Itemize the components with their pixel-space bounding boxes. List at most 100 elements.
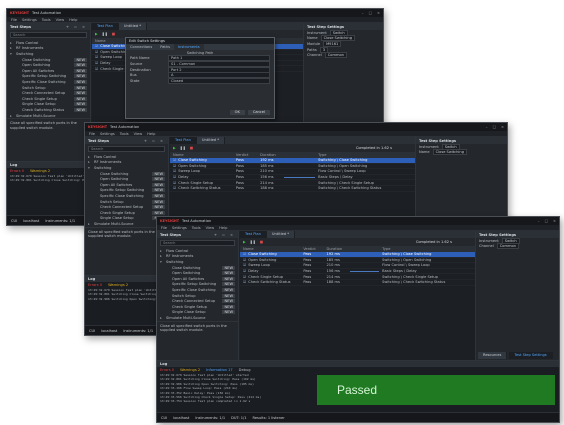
debug-filter[interactable]: Debug [239, 368, 251, 372]
tree-item[interactable]: Single Close SetupNEW [160, 310, 235, 316]
tree-item[interactable]: Open Switching NEW [160, 270, 235, 276]
tree-item[interactable]: Open All Switches NEW [88, 182, 165, 188]
tab-step-settings[interactable]: Test Step Settings [509, 352, 553, 359]
tree-item[interactable]: Check Connected Setup NEW [160, 298, 235, 304]
menu-help[interactable]: Help [69, 18, 77, 22]
information-filter[interactable]: Information 17 [206, 368, 233, 372]
menu-settings[interactable]: Settings [22, 18, 37, 22]
checkbox-icon[interactable]: ☑ [243, 258, 246, 262]
menu-tools[interactable]: Tools [120, 132, 129, 136]
tab-plan-name[interactable]: Untitled * [196, 137, 226, 144]
tab-connections[interactable]: Connections [126, 44, 156, 50]
stop-icon[interactable]: ■ [260, 240, 263, 244]
menu-file[interactable]: File [89, 132, 95, 136]
checkbox-icon[interactable]: ☑ [173, 164, 176, 168]
pause-icon[interactable]: ❚❚ [180, 146, 186, 150]
checkbox-icon[interactable]: ☑ [243, 252, 246, 256]
tree-item[interactable]: Open Switching NEW [88, 176, 165, 182]
checkbox-icon[interactable]: ☑ [243, 263, 246, 267]
table-row[interactable]: ☑ Check Switching Status Pass 188 ms Switchi… [170, 186, 415, 192]
tree-item[interactable]: Check Switching Status NEW [10, 107, 87, 113]
warnings-filter[interactable]: Warnings 2 [108, 283, 128, 287]
tree-item[interactable]: Open All Switches NEW [160, 276, 235, 282]
menu-view[interactable]: View [56, 18, 65, 22]
panel-tools[interactable]: + ▫ × [66, 25, 87, 29]
search-input[interactable]: Search [88, 146, 165, 152]
panel-tools[interactable]: + ▫ × [144, 139, 165, 143]
checkbox-icon[interactable]: ☑ [243, 269, 246, 273]
menu-tools[interactable]: Tools [192, 226, 201, 230]
menu-help[interactable]: Help [219, 226, 227, 230]
tree-item[interactable]: Close Switching NEW [10, 57, 87, 63]
tab-test-plan[interactable]: Test Plan [240, 231, 267, 238]
tree-item[interactable]: Specific Close Switching NEW [10, 79, 87, 85]
tab-resources[interactable]: Resources [478, 352, 508, 359]
tree-item[interactable]: Single Close SetupNEW [88, 216, 165, 222]
tree-item[interactable]: Single Close SetupNEW [10, 102, 87, 108]
menu-file[interactable]: File [161, 226, 167, 230]
maximize-icon[interactable]: □ [493, 125, 496, 129]
maximize-icon[interactable]: □ [369, 11, 372, 15]
menu-view[interactable]: View [134, 132, 143, 136]
cancel-button[interactable]: Cancel [247, 110, 270, 115]
menu-file[interactable]: File [11, 18, 17, 22]
checkbox-icon[interactable]: ☑ [95, 50, 98, 54]
tab-instruments[interactable]: Instruments [174, 44, 204, 50]
checkbox-icon[interactable]: ☑ [173, 175, 176, 179]
pause-icon[interactable]: ❚❚ [250, 240, 256, 244]
checkbox-icon[interactable]: ☑ [173, 158, 176, 162]
menu-settings[interactable]: Settings [172, 226, 187, 230]
errors-filter[interactable]: Errors 0 [10, 169, 24, 173]
stop-icon[interactable]: ■ [190, 146, 193, 150]
close-icon[interactable]: × [501, 125, 504, 129]
search-input[interactable]: Search [10, 32, 87, 38]
tab-test-plan[interactable]: Test Plan [92, 23, 119, 30]
checkbox-icon[interactable]: ☑ [173, 169, 176, 173]
search-input[interactable]: Search [160, 240, 235, 246]
tree-item[interactable]: Check Connected Setup NEW [10, 90, 87, 96]
tree-item[interactable]: Specific Setup Switching NEW [160, 282, 235, 288]
setting-field[interactable]: Common [324, 52, 347, 59]
tree-item[interactable]: Specific Close Switching NEW [88, 193, 165, 199]
tree-item[interactable]: Check Single Setup NEW [10, 96, 87, 102]
tree-item[interactable]: Close Switching NEW [88, 171, 165, 177]
errors-filter[interactable]: Errors 0 [160, 368, 174, 372]
tree-item[interactable]: Open Switching NEW [10, 62, 87, 68]
table-row[interactable]: ☑ Check Switching Status Pass 188 ms Switchi… [240, 280, 475, 286]
errors-filter[interactable]: Errors 0 [88, 283, 102, 287]
setting-field[interactable]: Close Switching [432, 149, 467, 156]
tab-test-plan[interactable]: Test Plan [170, 137, 197, 144]
checkbox-icon[interactable]: ☑ [173, 181, 176, 185]
minimize-icon[interactable]: – [362, 11, 364, 15]
dialog-field[interactable]: Closed [168, 77, 270, 84]
play-icon[interactable]: ▶ [95, 32, 98, 36]
tree-item[interactable]: Specific Setup Switching NEW [10, 74, 87, 80]
tree-item[interactable]: Specific Close Switching NEW [160, 287, 235, 293]
play-icon[interactable]: ▶ [243, 240, 246, 244]
menu-help[interactable]: Help [147, 132, 155, 136]
tree-item[interactable]: Check Connected Setup NEW [88, 204, 165, 210]
checkbox-icon[interactable]: ☑ [173, 186, 176, 190]
menu-view[interactable]: View [206, 226, 215, 230]
menu-settings[interactable]: Settings [100, 132, 115, 136]
play-icon[interactable]: ▶ [173, 146, 176, 150]
stop-icon[interactable]: ■ [112, 32, 115, 36]
checkbox-icon[interactable]: ☑ [95, 55, 98, 59]
checkbox-icon[interactable]: ☑ [95, 61, 98, 65]
tree-item[interactable]: Close Switching NEW [160, 265, 235, 271]
ok-button[interactable]: OK [229, 110, 245, 115]
tab-plan-name[interactable]: Untitled * [266, 231, 296, 238]
panel-tools[interactable]: + ▫ × [214, 233, 235, 237]
maximize-icon[interactable]: □ [545, 219, 548, 223]
tree-item[interactable]: Check Single Setup NEW [160, 304, 235, 310]
warnings-filter[interactable]: Warnings 2 [30, 169, 50, 173]
minimize-icon[interactable]: – [538, 219, 540, 223]
minimize-icon[interactable]: – [486, 125, 488, 129]
checkbox-icon[interactable]: ☑ [95, 67, 98, 71]
checkbox-icon[interactable]: ☑ [243, 275, 246, 279]
menu-tools[interactable]: Tools [42, 18, 51, 22]
tab-plan-name[interactable]: Untitled * [118, 23, 148, 30]
warnings-filter[interactable]: Warnings 2 [180, 368, 200, 372]
setting-field[interactable]: Common [496, 243, 519, 250]
tree-item[interactable]: Check Single Setup NEW [88, 210, 165, 216]
